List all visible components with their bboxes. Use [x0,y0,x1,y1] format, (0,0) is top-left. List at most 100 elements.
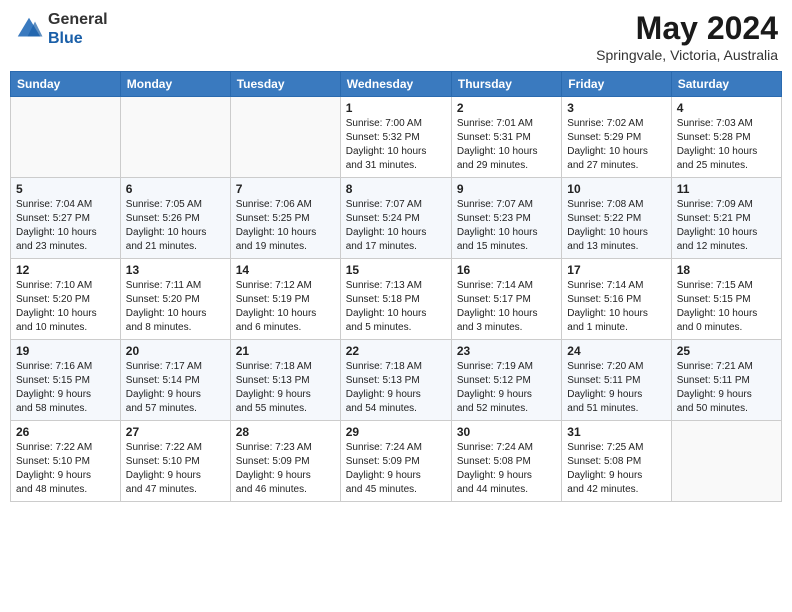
location: Springvale, Victoria, Australia [596,47,778,63]
calendar-cell: 17 Sunrise: 7:14 AM Sunset: 5:16 PM Dayli… [562,259,671,340]
calendar-week-3: 12Sunrise: 7:10 AM Sunset: 5:20 PM Dayli… [11,259,782,340]
day-number: 22 [346,344,446,358]
day-number: 14 [236,263,335,277]
day-number: 16 [457,263,556,277]
weekday-header-saturday: Saturday [671,72,781,97]
calendar-cell [120,97,230,178]
calendar-cell [230,97,340,178]
calendar-week-4: 19Sunrise: 7:16 AM Sunset: 5:15 PM Dayli… [11,340,782,421]
calendar-cell: 29 Sunrise: 7:24 AM Sunset: 5:09 PM Dayli… [340,421,451,502]
day-number: 11 [677,182,776,196]
day-number: 9 [457,182,556,196]
day-info: Sunrise: 7:12 AM Sunset: 5:19 PM Dayligh… [236,279,335,335]
calendar-cell: 24Sunrise: 7:20 AM Sunset: 5:11 PM Dayli… [562,340,671,421]
logo-icon [14,14,44,44]
day-info: Sunrise: 7:18 AM Sunset: 5:13 PM Dayligh… [346,360,446,416]
calendar-table: SundayMondayTuesdayWednesdayThursdayFrid… [10,71,782,502]
day-info: Sunrise: 7:22 AM Sunset: 5:10 PM Dayligh… [126,441,225,497]
calendar-cell: 26Sunrise: 7:22 AM Sunset: 5:10 PM Dayli… [11,421,121,502]
day-info: Sunrise: 7:03 AM Sunset: 5:28 PM Dayligh… [677,117,776,173]
day-number: 10 [567,182,665,196]
month-title: May 2024 [596,10,778,47]
day-number: 4 [677,101,776,115]
day-info: Sunrise: 7:23 AM Sunset: 5:09 PM Dayligh… [236,441,335,497]
calendar-cell: 27 Sunrise: 7:22 AM Sunset: 5:10 PM Dayli… [120,421,230,502]
day-number: 27 [126,425,225,439]
weekday-header-thursday: Thursday [451,72,561,97]
day-info: Sunrise: 7:25 AM Sunset: 5:08 PM Dayligh… [567,441,665,497]
calendar-cell: 11 Sunrise: 7:09 AM Sunset: 5:21 PM Dayli… [671,178,781,259]
day-number: 28 [236,425,335,439]
calendar-week-5: 26Sunrise: 7:22 AM Sunset: 5:10 PM Dayli… [11,421,782,502]
day-info: Sunrise: 7:22 AM Sunset: 5:10 PM Dayligh… [16,441,115,497]
day-info: Sunrise: 7:24 AM Sunset: 5:09 PM Dayligh… [346,441,446,497]
calendar-cell: 16 Sunrise: 7:14 AM Sunset: 5:17 PM Dayli… [451,259,561,340]
weekday-header-tuesday: Tuesday [230,72,340,97]
day-info: Sunrise: 7:11 AM Sunset: 5:20 PM Dayligh… [126,279,225,335]
calendar-cell: 3Sunrise: 7:02 AM Sunset: 5:29 PM Daylig… [562,97,671,178]
calendar-cell: 28 Sunrise: 7:23 AM Sunset: 5:09 PM Dayli… [230,421,340,502]
calendar-cell: 18 Sunrise: 7:15 AM Sunset: 5:15 PM Dayli… [671,259,781,340]
day-number: 3 [567,101,665,115]
calendar-cell [11,97,121,178]
calendar-cell: 15 Sunrise: 7:13 AM Sunset: 5:18 PM Dayli… [340,259,451,340]
day-info: Sunrise: 7:00 AM Sunset: 5:32 PM Dayligh… [346,117,446,173]
logo: General Blue [14,10,108,48]
logo-text: General Blue [48,10,108,48]
day-info: Sunrise: 7:13 AM Sunset: 5:18 PM Dayligh… [346,279,446,335]
day-number: 24 [567,344,665,358]
calendar-week-2: 5Sunrise: 7:04 AM Sunset: 5:27 PM Daylig… [11,178,782,259]
calendar-cell: 21Sunrise: 7:18 AM Sunset: 5:13 PM Dayli… [230,340,340,421]
day-number: 13 [126,263,225,277]
day-info: Sunrise: 7:07 AM Sunset: 5:23 PM Dayligh… [457,198,556,254]
day-info: Sunrise: 7:10 AM Sunset: 5:20 PM Dayligh… [16,279,115,335]
day-number: 30 [457,425,556,439]
day-info: Sunrise: 7:24 AM Sunset: 5:08 PM Dayligh… [457,441,556,497]
day-info: Sunrise: 7:17 AM Sunset: 5:14 PM Dayligh… [126,360,225,416]
day-info: Sunrise: 7:14 AM Sunset: 5:17 PM Dayligh… [457,279,556,335]
day-info: Sunrise: 7:19 AM Sunset: 5:12 PM Dayligh… [457,360,556,416]
day-number: 23 [457,344,556,358]
calendar-cell: 23 Sunrise: 7:19 AM Sunset: 5:12 PM Dayli… [451,340,561,421]
weekday-header-monday: Monday [120,72,230,97]
logo-blue: Blue [48,30,83,47]
calendar-cell: 12Sunrise: 7:10 AM Sunset: 5:20 PM Dayli… [11,259,121,340]
day-number: 8 [346,182,446,196]
day-info: Sunrise: 7:21 AM Sunset: 5:11 PM Dayligh… [677,360,776,416]
day-number: 1 [346,101,446,115]
day-number: 6 [126,182,225,196]
day-number: 21 [236,344,335,358]
day-info: Sunrise: 7:09 AM Sunset: 5:21 PM Dayligh… [677,198,776,254]
day-info: Sunrise: 7:06 AM Sunset: 5:25 PM Dayligh… [236,198,335,254]
day-number: 31 [567,425,665,439]
day-info: Sunrise: 7:15 AM Sunset: 5:15 PM Dayligh… [677,279,776,335]
day-info: Sunrise: 7:05 AM Sunset: 5:26 PM Dayligh… [126,198,225,254]
day-number: 29 [346,425,446,439]
calendar-cell: 22 Sunrise: 7:18 AM Sunset: 5:13 PM Dayli… [340,340,451,421]
weekday-header-row: SundayMondayTuesdayWednesdayThursdayFrid… [11,72,782,97]
day-info: Sunrise: 7:14 AM Sunset: 5:16 PM Dayligh… [567,279,665,335]
calendar-cell: 6 Sunrise: 7:05 AM Sunset: 5:26 PM Daylig… [120,178,230,259]
day-info: Sunrise: 7:01 AM Sunset: 5:31 PM Dayligh… [457,117,556,173]
calendar-cell: 20 Sunrise: 7:17 AM Sunset: 5:14 PM Dayli… [120,340,230,421]
day-number: 25 [677,344,776,358]
title-block: May 2024 Springvale, Victoria, Australia [596,10,778,63]
day-info: Sunrise: 7:16 AM Sunset: 5:15 PM Dayligh… [16,360,115,416]
day-number: 7 [236,182,335,196]
calendar-cell: 13 Sunrise: 7:11 AM Sunset: 5:20 PM Dayli… [120,259,230,340]
calendar-cell: 31 Sunrise: 7:25 AM Sunset: 5:08 PM Dayli… [562,421,671,502]
weekday-header-friday: Friday [562,72,671,97]
calendar-cell: 19Sunrise: 7:16 AM Sunset: 5:15 PM Dayli… [11,340,121,421]
day-number: 20 [126,344,225,358]
calendar-cell: 1 Sunrise: 7:00 AM Sunset: 5:32 PM Daylig… [340,97,451,178]
calendar-cell: 8 Sunrise: 7:07 AM Sunset: 5:24 PM Daylig… [340,178,451,259]
day-number: 15 [346,263,446,277]
day-number: 17 [567,263,665,277]
day-number: 18 [677,263,776,277]
day-info: Sunrise: 7:07 AM Sunset: 5:24 PM Dayligh… [346,198,446,254]
calendar-cell: 5Sunrise: 7:04 AM Sunset: 5:27 PM Daylig… [11,178,121,259]
page-header: General Blue May 2024 Springvale, Victor… [10,10,782,63]
weekday-header-sunday: Sunday [11,72,121,97]
day-info: Sunrise: 7:04 AM Sunset: 5:27 PM Dayligh… [16,198,115,254]
calendar-cell: 2Sunrise: 7:01 AM Sunset: 5:31 PM Daylig… [451,97,561,178]
